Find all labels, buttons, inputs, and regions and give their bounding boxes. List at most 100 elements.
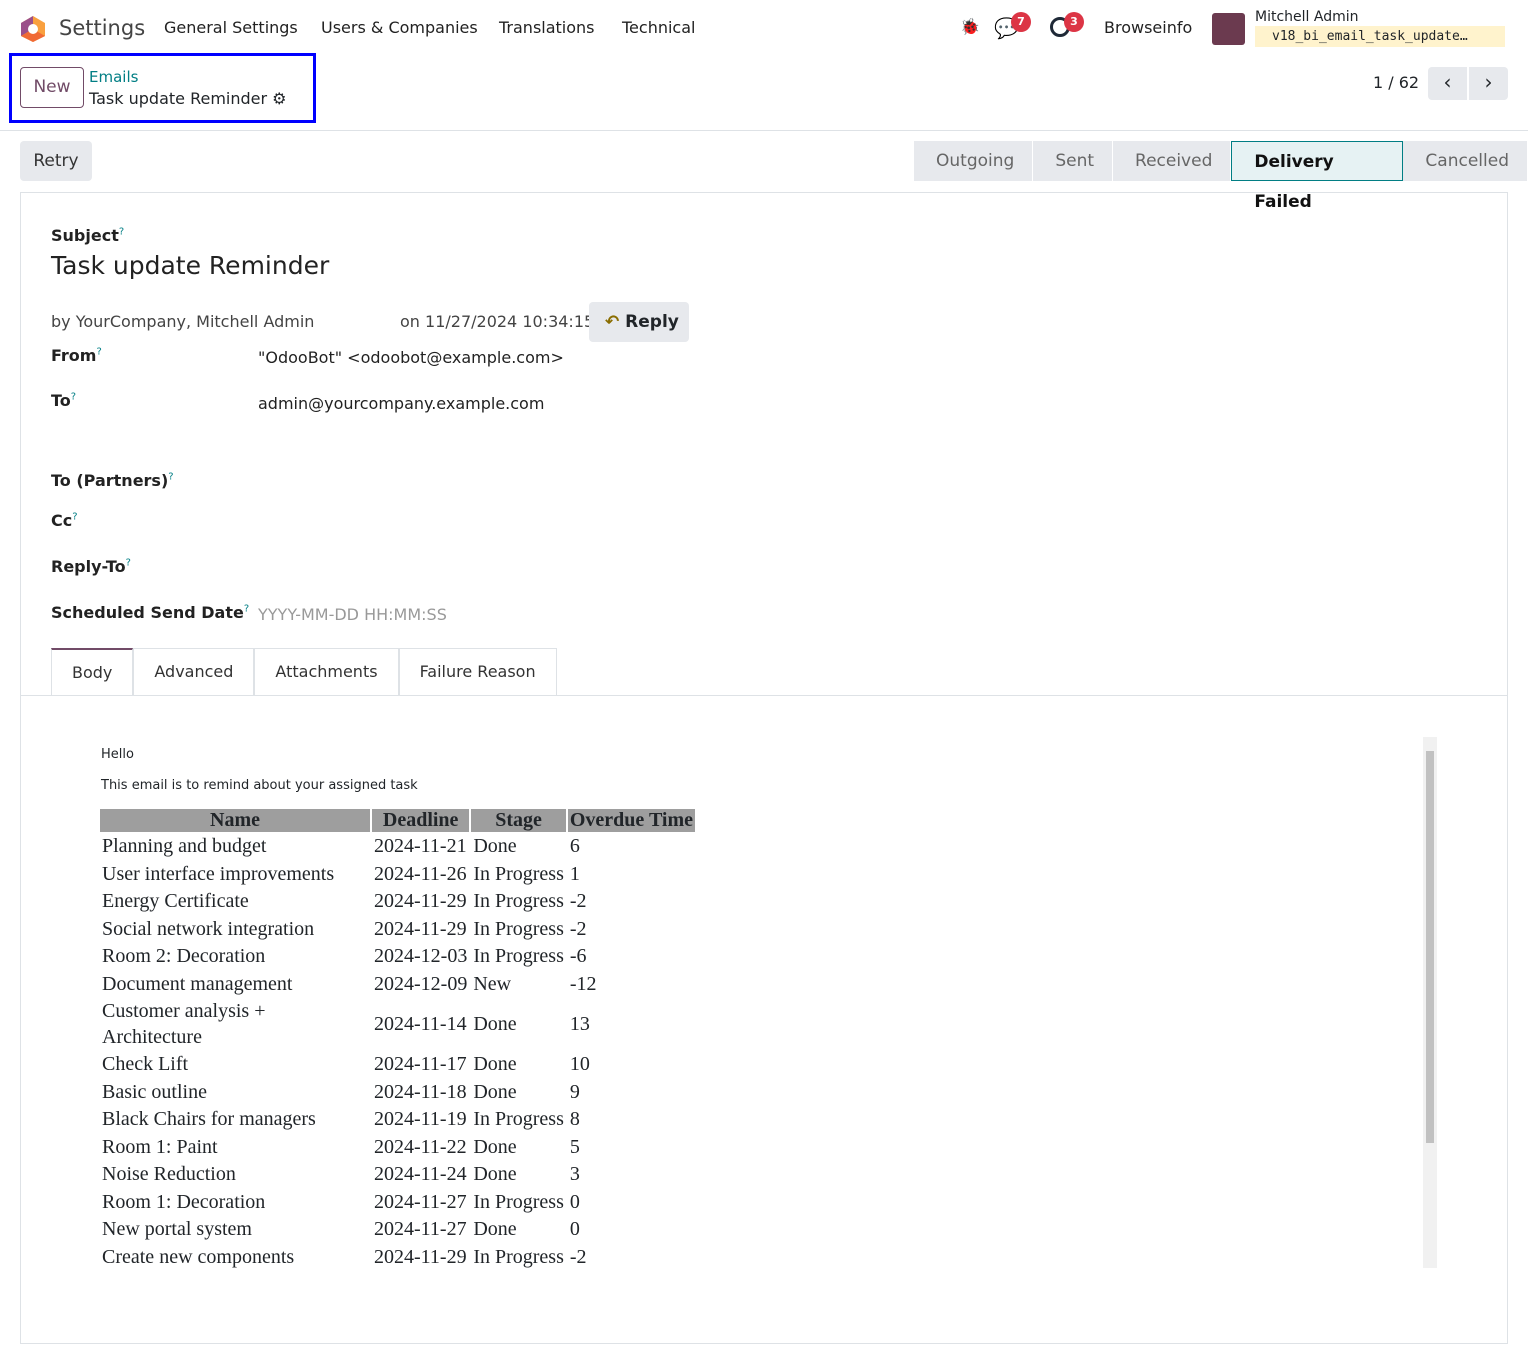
table-cell: Planning and budget — [102, 835, 267, 857]
app-name[interactable]: Settings — [59, 16, 145, 40]
status-received[interactable]: Received — [1113, 141, 1232, 181]
status-delivery-failed[interactable]: Delivery Failed — [1231, 141, 1404, 212]
table-cell: -12 — [569, 972, 597, 995]
table-cell: 0 — [569, 1218, 580, 1240]
table-cell: Black Chairs for managers — [102, 1108, 316, 1130]
odoo-logo-icon[interactable] — [19, 15, 47, 43]
table-row: Check Lift 2024-11-17 Done 10 — [100, 1052, 695, 1078]
breadcrumb-current: Task update Reminder ⚙ — [89, 89, 287, 108]
status-sent[interactable]: Sent — [1033, 141, 1114, 181]
company-switcher[interactable]: Browseinfo — [1104, 18, 1192, 37]
bug-icon[interactable]: 🐞 — [960, 17, 980, 36]
status-bar: Outgoing Sent Received Delivery Failed C… — [914, 141, 1528, 212]
from-label: From? — [51, 346, 102, 365]
table-cell: Room 1: Paint — [102, 1135, 218, 1158]
table-cell: 2024-11-17 — [374, 1053, 467, 1075]
table-cell: -2 — [569, 1245, 587, 1268]
table-cell: 2024-12-03 — [374, 945, 468, 967]
top-navbar: Settings General Settings Users & Compan… — [0, 0, 1528, 56]
table-cell: 0 — [569, 1190, 580, 1213]
cc-label: Cc? — [51, 511, 78, 530]
email-body: Hello This email is to remind about your… — [98, 740, 1423, 1268]
table-cell: Done — [473, 1135, 517, 1158]
pager-value[interactable]: 1 / 62 — [1373, 73, 1419, 92]
table-row: Planning and budget 2024-11-21 Done 6 — [100, 834, 695, 860]
table-cell: In Progress — [473, 1190, 564, 1213]
table-cell: 2024-11-29 — [374, 890, 467, 912]
author: by YourCompany, Mitchell Admin — [51, 312, 315, 331]
table-cell: Social network integration — [102, 917, 315, 940]
table-row: Noise Reduction 2024-11-24 Done 3 — [100, 1162, 695, 1188]
subject-label: Subject? — [51, 226, 125, 245]
menu-users-companies[interactable]: Users & Companies — [321, 18, 478, 37]
from-value[interactable]: "OdooBot" <odoobot@example.com> — [258, 348, 564, 367]
table-cell: Done — [473, 1218, 517, 1240]
table-row: Social network integration 2024-11-29 In P… — [100, 917, 695, 943]
notebook-tabs: Body Advanced Attachments Failure Reason — [51, 648, 557, 696]
table-cell: -2 — [569, 890, 587, 912]
table-cell: 8 — [569, 1108, 580, 1130]
table-row: Room 2: Decoration 2024-12-03 In Progress -… — [100, 944, 695, 970]
status-outgoing[interactable]: Outgoing — [914, 141, 1034, 181]
table-row: Create new components 2024-11-29 In Progre… — [100, 1245, 695, 1269]
table-row: Basic outline 2024-11-18 Done 9 — [100, 1080, 695, 1106]
table-cell: Done — [473, 1163, 517, 1185]
table-cell: 2024-12-09 — [374, 972, 468, 995]
table-cell: In Progress — [473, 917, 564, 940]
database-name: v18_bi_email_task_update… — [1255, 26, 1505, 47]
reply-to-label: Reply-To? — [51, 557, 131, 576]
to-value[interactable]: admin@yourcompany.example.com — [258, 394, 544, 413]
table-cell: 3 — [569, 1163, 580, 1185]
table-cell: 2024-11-24 — [374, 1163, 467, 1185]
status-cancelled[interactable]: Cancelled — [1403, 141, 1528, 181]
tab-divider — [21, 695, 1507, 696]
new-button[interactable]: New — [20, 67, 84, 108]
tab-body[interactable]: Body — [51, 648, 134, 696]
scheduled-date-label: Scheduled Send Date? — [51, 603, 250, 622]
table-cell: Done — [473, 1012, 517, 1035]
table-cell: 1 — [569, 862, 580, 885]
tab-failure-reason[interactable]: Failure Reason — [398, 648, 557, 696]
avatar[interactable] — [1212, 13, 1245, 45]
user-name[interactable]: Mitchell Admin — [1255, 9, 1359, 25]
table-row: Room 1: Decoration 2024-11-27 In Progress 0 — [100, 1190, 695, 1216]
table-cell: 2024-11-14 — [374, 1012, 467, 1035]
tab-advanced[interactable]: Advanced — [133, 648, 255, 696]
table-cell: 2024-11-22 — [374, 1135, 467, 1158]
table-cell: Basic outline — [102, 1080, 207, 1103]
breadcrumb-emails[interactable]: Emails — [89, 68, 138, 86]
scheduled-date-input[interactable]: YYYY-MM-DD HH:MM:SS — [258, 605, 447, 624]
table-cell: Done — [473, 1053, 517, 1075]
subject-value[interactable]: Task update Reminder — [51, 251, 329, 280]
table-cell: Create new components — [102, 1245, 295, 1268]
table-cell: 6 — [569, 835, 580, 857]
previous-button[interactable]: ‹ — [1428, 67, 1467, 100]
scrollbar[interactable] — [1423, 737, 1437, 1268]
scrollbar-thumb[interactable] — [1426, 751, 1434, 1143]
table-cell: 2024-11-27 — [374, 1190, 467, 1213]
table-cell: 2024-11-18 — [374, 1080, 467, 1103]
menu-general-settings[interactable]: General Settings — [164, 18, 298, 37]
divider — [0, 130, 1528, 131]
menu-translations[interactable]: Translations — [499, 18, 595, 37]
reply-button[interactable]: ↶ Reply — [589, 302, 689, 342]
table-cell: 2024-11-27 — [374, 1218, 467, 1240]
table-cell: -2 — [569, 917, 587, 940]
table-cell: In Progress — [473, 1245, 564, 1268]
table-cell: Done — [473, 1080, 517, 1103]
col-overdue: Overdue Time — [567, 809, 696, 832]
partners-label: To (Partners)? — [51, 471, 174, 490]
record-name: Task update Reminder — [89, 89, 268, 108]
to-label: To? — [51, 391, 77, 410]
table-row: New portal system 2024-11-27 Done 0 — [100, 1217, 695, 1243]
next-button[interactable]: › — [1469, 67, 1508, 100]
gear-icon[interactable]: ⚙ — [272, 89, 286, 108]
table-cell: Room 2: Decoration — [102, 945, 266, 967]
table-cell: In Progress — [473, 1108, 564, 1130]
retry-button[interactable]: Retry — [20, 141, 92, 181]
menu-technical[interactable]: Technical — [622, 18, 695, 37]
table-cell: 2024-11-29 — [374, 917, 467, 940]
tab-attachments[interactable]: Attachments — [254, 648, 399, 696]
table-cell: In Progress — [473, 862, 564, 885]
table-cell: Document management — [102, 972, 293, 995]
